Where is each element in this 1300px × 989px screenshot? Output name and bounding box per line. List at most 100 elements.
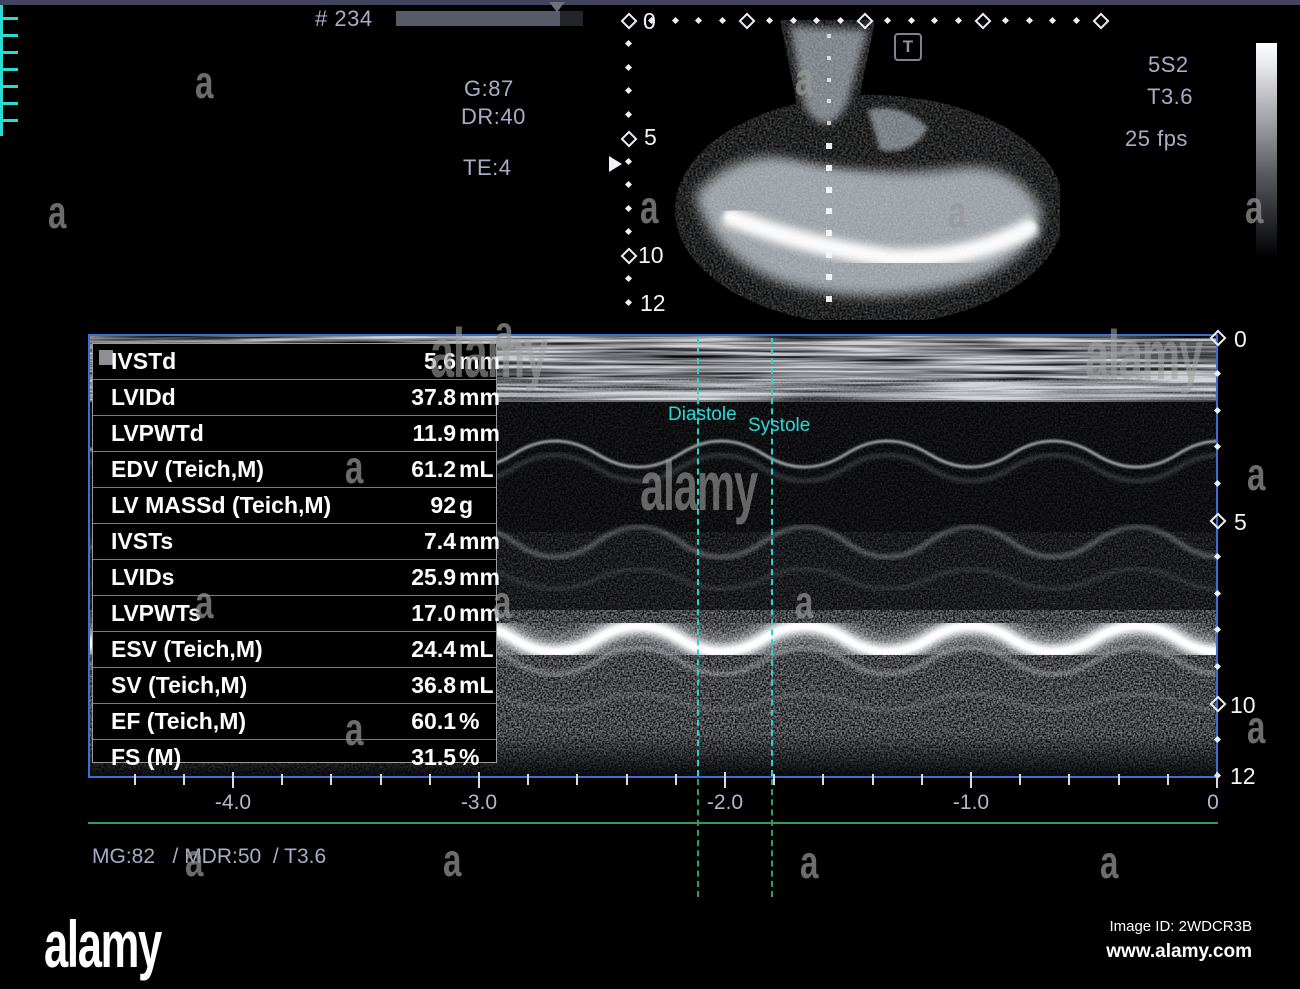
systole-label: Systole	[748, 415, 811, 436]
top-window-strip	[0, 0, 1300, 5]
measurement-value: 11.9	[412, 420, 457, 446]
time-axis-tick	[232, 772, 234, 788]
table-row: SV (Teich,M) 36.8 mL	[93, 668, 496, 704]
transducer-orientation-icon: T	[894, 33, 922, 61]
measurement-value: 24.4	[411, 636, 456, 662]
dynamic-range-readout: DR:40	[461, 104, 526, 129]
mline-cursor-dot	[827, 34, 831, 38]
caliper-marker-stem	[0, 3, 3, 17]
ruler-diamond	[624, 204, 632, 212]
mline-cursor-dot	[827, 121, 831, 126]
mline-cursor-dot	[826, 208, 832, 215]
cine-position-marker[interactable]	[549, 2, 565, 12]
measurement-label: IVSTs	[111, 528, 174, 554]
time-axis-tick	[281, 774, 284, 785]
time-axis-tick	[822, 774, 825, 785]
gain-readout: G:87	[464, 76, 514, 101]
ruler-diamond	[624, 180, 632, 189]
2d-depth-label-10: 10	[638, 242, 664, 268]
ruler-open-diamond	[620, 12, 638, 30]
mline-cursor-dot	[827, 55, 831, 60]
mmode-depth-label-0: 0	[1234, 326, 1247, 352]
systole-measure-line[interactable]	[771, 338, 773, 776]
ultrasound-screen: # 234 G:87 DR:40 TE:4 5S2 T3.6 25 fps T …	[0, 0, 1300, 989]
diastole-measure-line[interactable]	[697, 338, 699, 776]
mline-cursor-dot	[826, 143, 832, 149]
measurement-value: 7.4	[424, 528, 456, 554]
time-axis-tick	[1216, 772, 1218, 788]
measurement-label: ESV (Teich,M)	[111, 636, 263, 662]
ruler-diamond	[624, 227, 632, 236]
ruler-open-diamond	[1092, 12, 1110, 30]
ruler-diamond	[1072, 16, 1080, 24]
measurement-value: 25.9	[411, 564, 456, 590]
frame-counter: # 234	[315, 6, 373, 31]
cine-progress-remainder	[560, 11, 583, 26]
table-row: EDV (Teich,M) 61.2 mL	[93, 452, 496, 488]
measurement-label: FS (M)	[111, 744, 182, 770]
measurement-label: EF (Teich,M)	[111, 708, 247, 734]
mline-cursor-dot	[826, 186, 832, 193]
mmode-depth-label-5: 5	[1234, 509, 1247, 535]
time-axis-tick	[576, 774, 579, 785]
time-axis-tick	[182, 774, 185, 785]
diastole-label: Diastole	[668, 404, 737, 425]
time-label-m3: -3.0	[460, 791, 498, 814]
diastole-line-extension	[697, 779, 699, 897]
time-axis-tick	[527, 774, 530, 785]
time-label-m1: -1.0	[952, 791, 990, 814]
table-row: ESV (Teich,M) 24.4 mL	[93, 632, 496, 668]
measurement-unit: %	[459, 708, 480, 734]
mline-cursor-dot	[827, 77, 831, 82]
watermark-url: www.alamy.com	[1106, 941, 1252, 962]
watermark-image-id: Image ID: 2WDCR3B	[1109, 918, 1252, 935]
measurement-label: SV (Teich,M)	[111, 672, 248, 698]
caliper-marker-stem	[0, 88, 3, 102]
alamy-logo: alamy	[44, 907, 162, 981]
time-axis-tick	[379, 774, 382, 785]
time-label-m2: -2.0	[706, 791, 744, 814]
time-axis-tick	[625, 774, 628, 785]
systole-line-extension	[771, 779, 773, 897]
time-axis-tick	[1166, 774, 1169, 785]
mline-cursor-dot	[826, 164, 832, 171]
table-row: EF (Teich,M) 60.1%	[93, 704, 496, 740]
measurement-label: LVPWTd	[111, 420, 204, 446]
ruler-diamond	[624, 39, 632, 48]
mmode-depth-label-12: 12	[1230, 763, 1256, 789]
time-axis-tick	[724, 772, 726, 788]
measurement-unit: mL	[459, 456, 494, 482]
table-row: IVSTs 7.4 mm	[93, 524, 500, 560]
table-row: LVPWTd 11.9 mm	[93, 416, 500, 452]
mline-cursor-dot	[827, 99, 831, 104]
mline-cursor-dot	[826, 230, 832, 237]
2d-depth-label-5: 5	[644, 124, 657, 150]
measurement-unit: mm	[459, 528, 500, 554]
caliper-marker-stem	[0, 122, 3, 136]
measurement-unit: g	[459, 492, 474, 518]
cine-progress-bar[interactable]	[396, 11, 560, 26]
measurement-value: 92	[430, 492, 456, 518]
measurement-value: 60.1	[411, 708, 456, 734]
measurement-label: EDV (Teich,M)	[111, 456, 264, 482]
caliper-marker-stem	[0, 105, 3, 119]
time-axis-tick	[330, 774, 333, 785]
ruler-open-diamond	[620, 247, 638, 265]
measurement-label: IVSTd	[111, 348, 177, 374]
ruler-diamond	[624, 298, 632, 306]
thermal-index: T3.6	[1147, 84, 1194, 109]
focus-marker-icon	[609, 156, 622, 172]
measurement-label: LVIDd	[111, 384, 176, 410]
measurement-unit: %	[459, 744, 480, 770]
time-axis-tick	[1019, 774, 1022, 785]
measurement-value: 61.2	[411, 456, 456, 482]
mline-cursor-dot	[826, 273, 832, 280]
measurement-value: 36.8	[411, 672, 456, 698]
ruler-diamond	[624, 86, 632, 95]
measurement-unit: mL	[459, 636, 494, 662]
measurement-unit: mm	[459, 420, 500, 446]
time-axis-tick	[871, 774, 874, 785]
measurement-value: 17.0	[411, 600, 456, 626]
mline-cursor-dot	[826, 252, 832, 258]
time-axis-tick	[970, 772, 972, 788]
